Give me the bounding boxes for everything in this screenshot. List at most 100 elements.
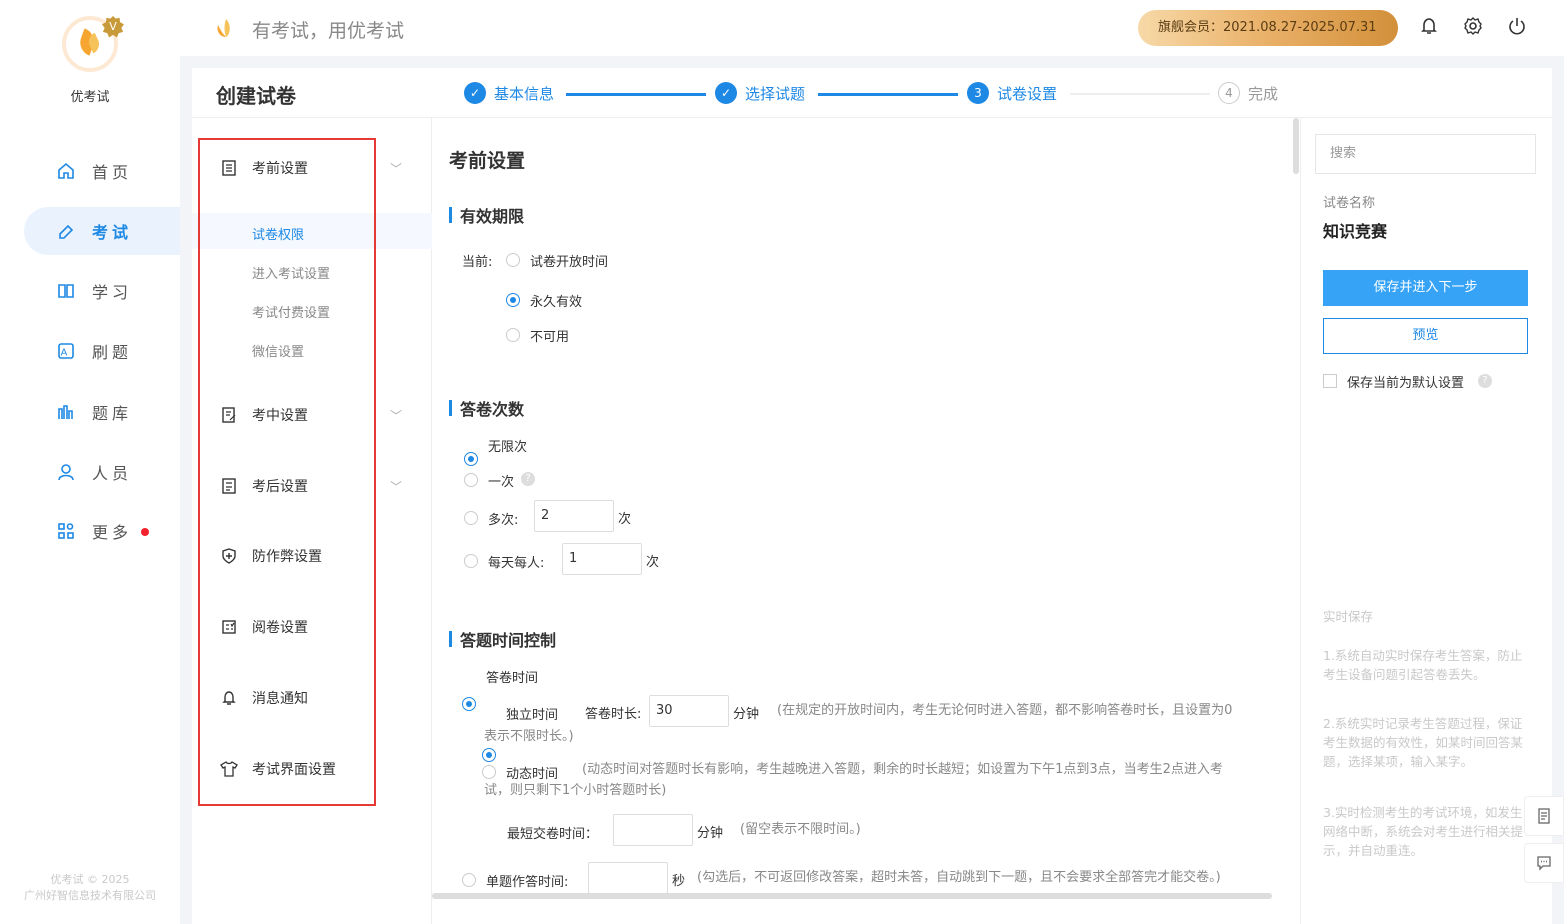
section-title-attempts: 答卷次数: [449, 396, 524, 420]
paper-name-label: 试卷名称: [1323, 196, 1376, 211]
step-select-questions[interactable]: ✓ 选择试题: [715, 82, 805, 104]
tips-title: 实时保存: [1323, 609, 1374, 624]
radio-independent-time[interactable]: [482, 748, 496, 762]
brand-leaf-icon: [217, 19, 230, 37]
step-number: 3: [967, 82, 989, 104]
radio-multiple[interactable]: [464, 511, 478, 525]
horizontal-scrollbar[interactable]: [432, 893, 1272, 899]
radio-label: 不可用: [530, 330, 570, 345]
chevron-down-icon[interactable]: ﹀: [390, 160, 402, 176]
member-badge[interactable]: 旗舰会员：2021.08.27-2025.07.31: [1138, 10, 1398, 46]
search-input[interactable]: 搜索: [1315, 134, 1536, 174]
paper-name: 知识竞赛: [1323, 222, 1388, 241]
single-time-input[interactable]: [588, 862, 668, 894]
nav-item-home[interactable]: 首页: [24, 147, 180, 195]
multiple-count-input[interactable]: 2: [534, 500, 614, 532]
section-heading: 考前设置: [449, 150, 526, 172]
min-submit-note: (留空表示不限时间。): [740, 822, 861, 837]
nav-item-study[interactable]: 学习: [24, 267, 180, 315]
notes-icon[interactable]: [1524, 796, 1564, 836]
practice-icon: A: [56, 341, 76, 361]
daily-count-input[interactable]: 1: [562, 543, 642, 575]
nav-item-question-bank[interactable]: 题库: [24, 388, 180, 436]
tip-2: 2.系统实时记录考生答题过程，保证考生数据的有效性，如某时间回答某题，选择某项，…: [1323, 716, 1524, 769]
radio-permanent[interactable]: [506, 293, 520, 307]
power-icon[interactable]: [1505, 16, 1529, 40]
radio-label: 独立时间: [506, 708, 559, 723]
tip-3: 3.实时检测考生的考试环境，如发生网络中断，系统会对考生进行相关提示，并自动重连…: [1323, 805, 1524, 858]
independent-note: (在规定的开放时间内，考生无论何时进入答题，都不影响答卷时长，且设置为0: [777, 703, 1233, 718]
help-icon[interactable]: ?: [1478, 374, 1492, 388]
single-time-note: (勾选后，不可返回修改答案，超时未答，自动跳到下一题，且不会要求全部答完才能交卷…: [697, 870, 1221, 885]
radio-label: 一次: [488, 475, 515, 490]
section-title-time-control: 答题时间控制: [449, 627, 556, 651]
company-text: 广州好智信息技术有限公司: [24, 889, 156, 902]
copyright-text: 优考试 © 2025: [50, 873, 130, 886]
chevron-down-icon[interactable]: ﹀: [390, 478, 402, 494]
section-title-validity: 有效期限: [449, 203, 524, 227]
minute-label: 分钟: [733, 707, 760, 722]
step-basic-info[interactable]: ✓ 基本信息: [464, 82, 554, 104]
svg-text:A: A: [61, 348, 72, 359]
notification-dot: [141, 528, 149, 536]
section-title-text: 答题时间控制: [460, 631, 557, 650]
radio-answer-time[interactable]: [462, 697, 476, 711]
save-next-button[interactable]: 保存并进入下一步: [1323, 270, 1528, 306]
min-submit-input[interactable]: [613, 814, 693, 846]
nav-item-more[interactable]: 更多: [24, 507, 180, 555]
section-title-text: 有效期限: [460, 207, 525, 226]
default-setting-label: 保存当前为默认设置: [1347, 376, 1465, 391]
radio-label: 无限次: [488, 440, 528, 455]
radio-once[interactable]: [464, 473, 478, 487]
chevron-down-icon[interactable]: ﹀: [390, 407, 402, 423]
question-bank-icon: [56, 402, 76, 422]
step-label: 选择试题: [745, 84, 806, 103]
help-icon[interactable]: ?: [521, 472, 535, 486]
step-finish[interactable]: 4 完成: [1218, 82, 1278, 104]
duration-label: 答卷时长:: [585, 707, 642, 722]
home-icon: [56, 161, 76, 181]
section-title-text: 答卷次数: [460, 400, 525, 419]
preview-button[interactable]: 预览: [1323, 318, 1528, 354]
step-connector: [1070, 93, 1210, 95]
second-label: 秒: [672, 874, 686, 889]
step-number: 4: [1218, 82, 1240, 104]
copyright: 优考试 © 2025 广州好智信息技术有限公司: [0, 872, 180, 904]
nav-label: 更多: [92, 523, 133, 542]
step-paper-settings[interactable]: 3 试卷设置: [967, 82, 1057, 104]
radio-open-time[interactable]: [506, 253, 520, 267]
independent-note-cont: 表示不限时长。): [484, 729, 574, 744]
default-setting-checkbox[interactable]: [1323, 374, 1337, 388]
duration-input[interactable]: 30: [649, 695, 729, 727]
radio-dynamic-time[interactable]: [482, 765, 496, 779]
highlight-box: [198, 138, 376, 806]
check-icon: ✓: [715, 82, 737, 104]
exam-icon: [56, 221, 76, 241]
radio-unlimited[interactable]: [464, 452, 478, 466]
radio-label: 永久有效: [530, 295, 583, 310]
nav-label: 刷题: [92, 343, 133, 362]
step-label: 试卷设置: [997, 84, 1058, 103]
radio-unavailable[interactable]: [506, 328, 520, 342]
gear-icon[interactable]: [1461, 16, 1485, 40]
bell-icon[interactable]: [1417, 16, 1441, 40]
vertical-scrollbar[interactable]: [1293, 118, 1299, 174]
step-connector: [818, 93, 958, 96]
radio-label: 试卷开放时间: [530, 255, 609, 270]
nav-label: 考试: [92, 223, 133, 242]
radio-label: 单题作答时间:: [486, 875, 569, 890]
step-connector: [566, 93, 706, 96]
nav-item-users[interactable]: 人员: [24, 448, 180, 496]
radio-single-question-time[interactable]: [462, 873, 476, 887]
nav-label: 首页: [92, 163, 133, 182]
min-submit-label: 最短交卷时间：: [507, 827, 599, 842]
dynamic-note-cont: 试，则只剩下1个小时答题时长): [484, 783, 667, 798]
current-label: 当前:: [462, 255, 493, 270]
nav-item-exam[interactable]: 考试: [24, 207, 180, 255]
radio-daily[interactable]: [464, 554, 478, 568]
slogan: 有考试，用优考试: [252, 20, 405, 42]
nav-item-practice[interactable]: A 刷题: [24, 327, 180, 375]
book-icon: [56, 281, 76, 301]
chat-icon[interactable]: [1524, 843, 1564, 883]
check-icon: ✓: [464, 82, 486, 104]
